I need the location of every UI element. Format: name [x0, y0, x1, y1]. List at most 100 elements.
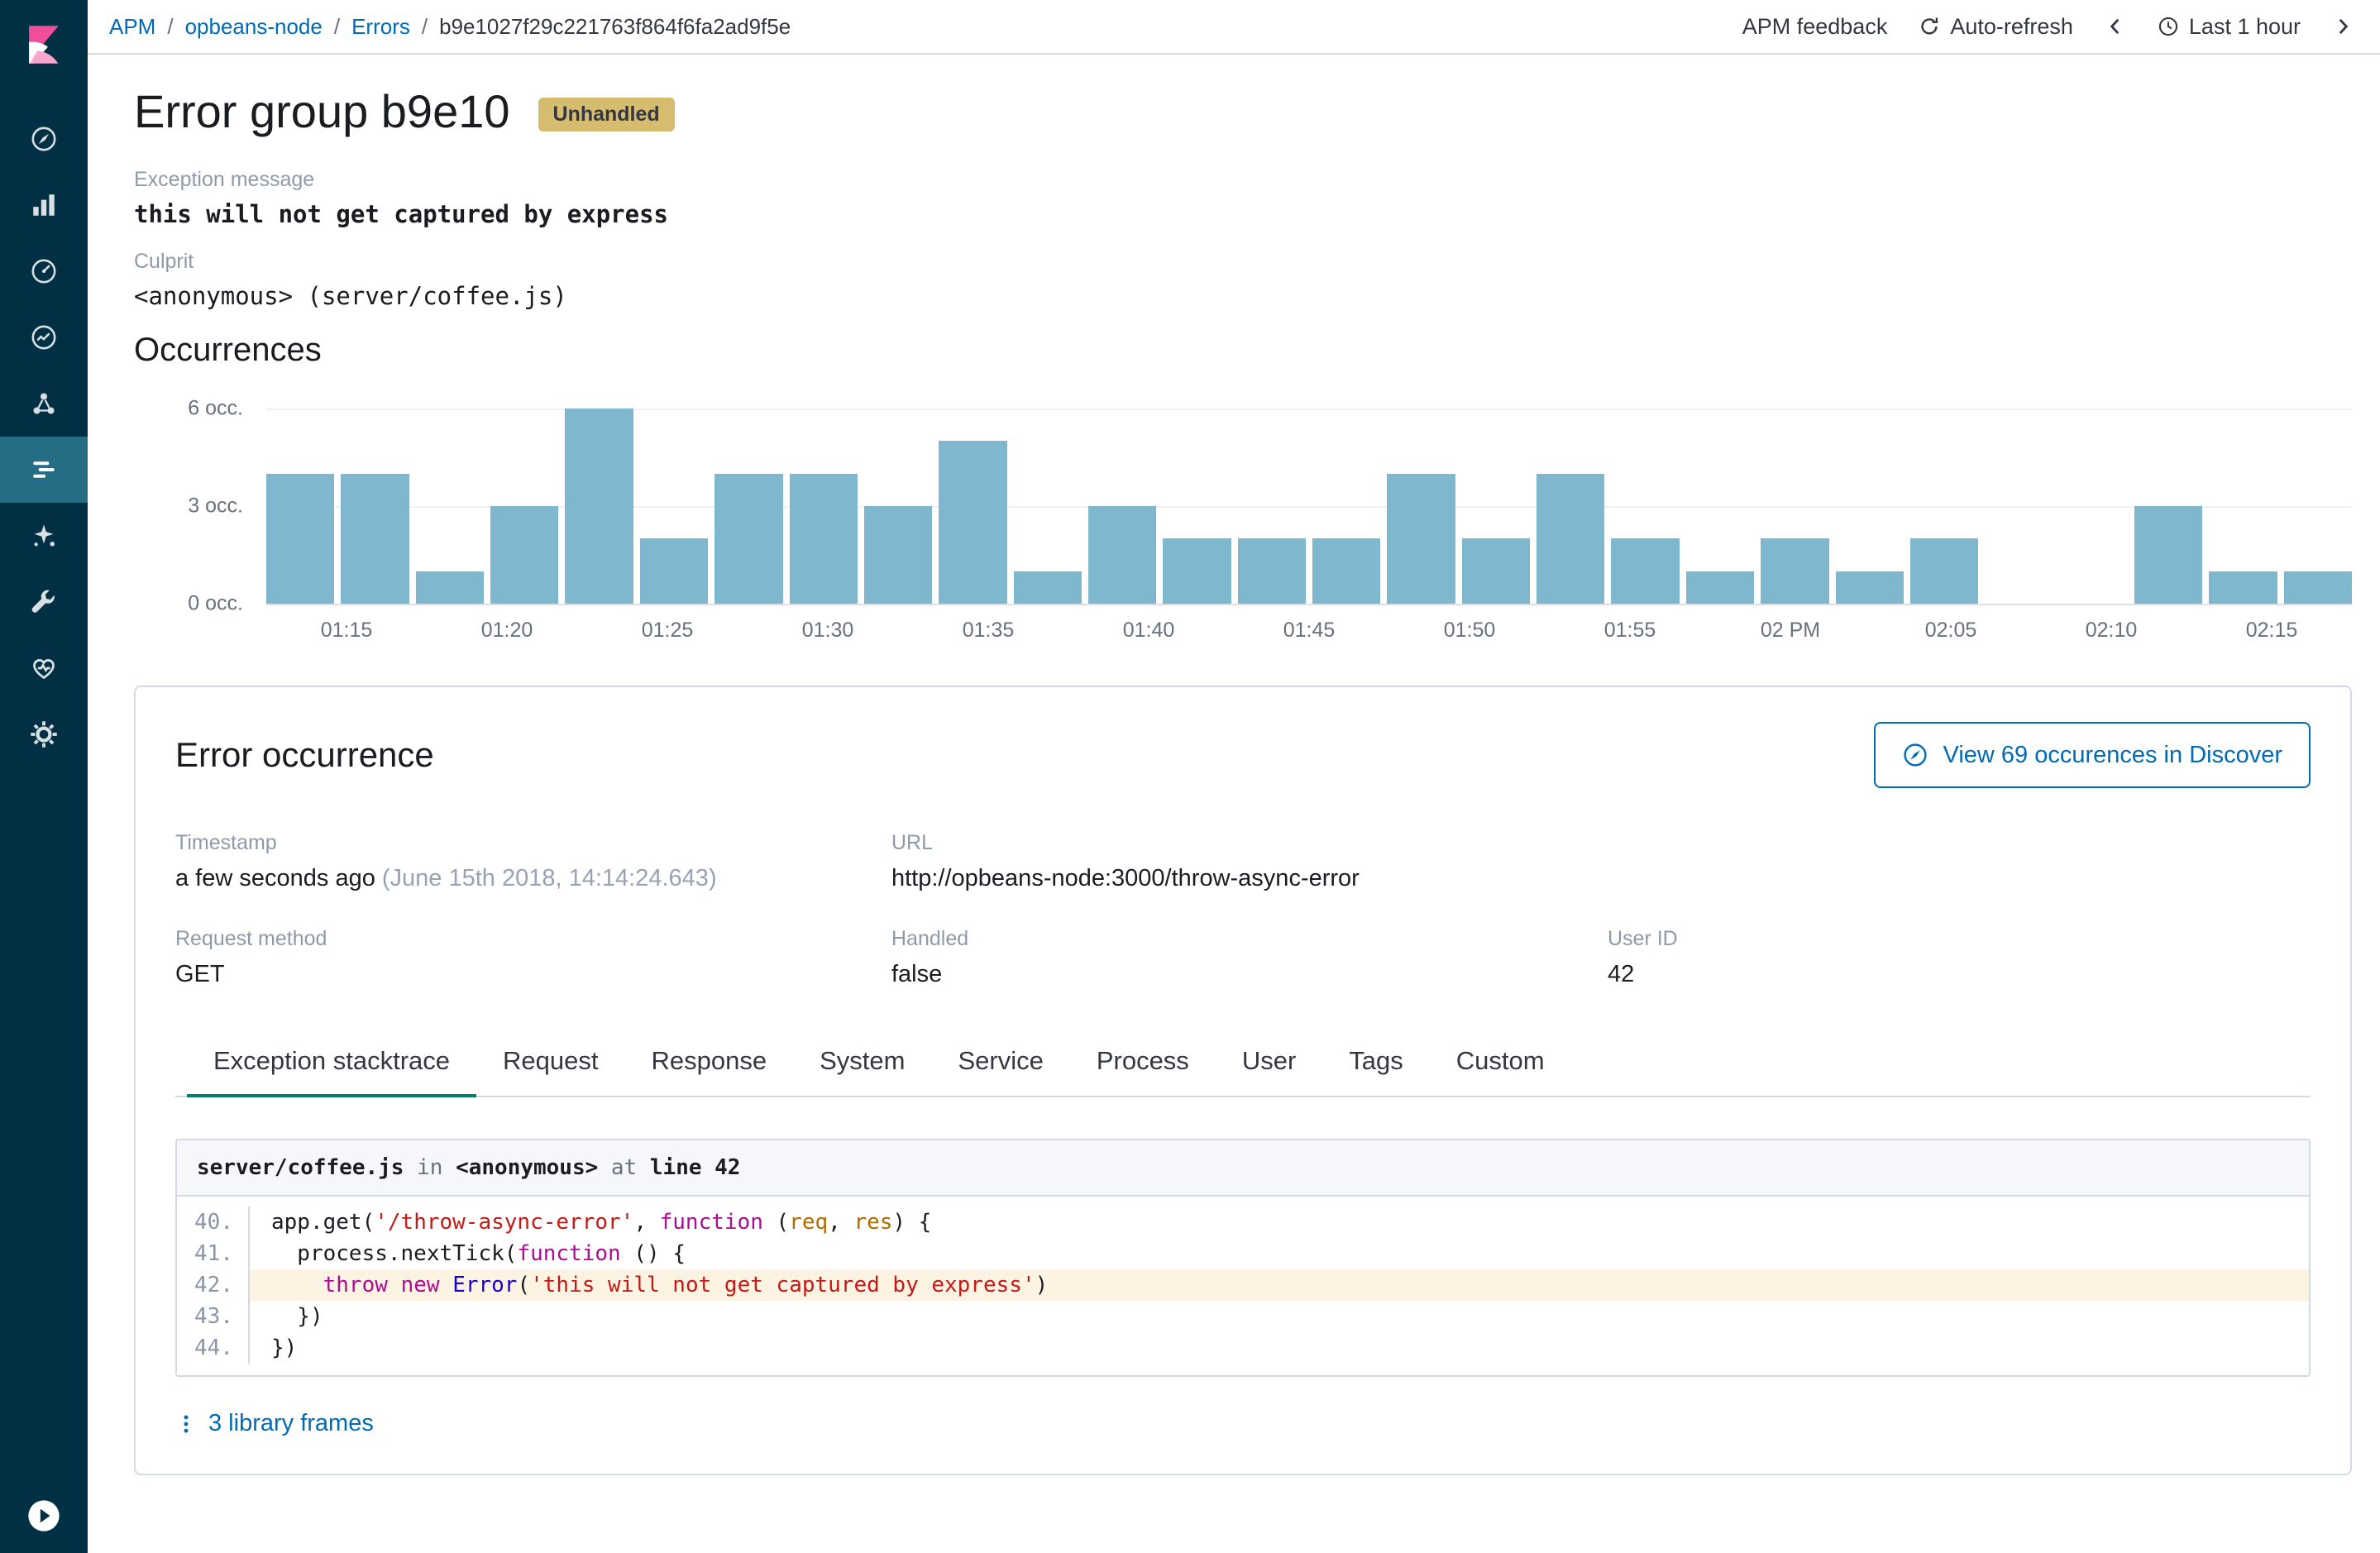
tab-tags[interactable]: Tags — [1322, 1028, 1429, 1096]
code-text: app.get('/throw-async-error', function (… — [250, 1207, 2309, 1238]
stacktrace-code-block: server/coffee.js in <anonymous> at line … — [175, 1139, 2311, 1377]
x-axis-label: 01:20 — [427, 619, 587, 643]
line-number: 40. — [177, 1207, 250, 1238]
library-frames-label: 3 library frames — [208, 1410, 374, 1437]
sidebar-nav — [0, 106, 88, 767]
property-value: a few seconds ago (June 15th 2018, 14:14… — [175, 865, 891, 892]
chart-bars — [266, 409, 2352, 604]
tab-user[interactable]: User — [1216, 1028, 1322, 1096]
discover-icon — [30, 125, 58, 153]
tab-custom[interactable]: Custom — [1430, 1028, 1571, 1096]
sidebar-item-apm[interactable] — [0, 437, 88, 503]
sidebar-item-dev-tools[interactable] — [0, 569, 88, 635]
chart-bar — [1910, 538, 1978, 604]
chart-bar — [490, 506, 558, 604]
x-axis-label: 01:25 — [587, 619, 748, 643]
property-value: false — [891, 961, 1608, 988]
visualize-icon — [30, 191, 58, 219]
code-text: process.nextTick(function () { — [250, 1238, 2309, 1269]
tab-response[interactable]: Response — [625, 1028, 794, 1096]
kibana-logo[interactable] — [0, 0, 88, 89]
breadcrumb-link[interactable]: APM — [109, 14, 155, 40]
wrench-icon — [30, 588, 58, 616]
chart-bar — [790, 474, 858, 604]
sidebar-item-management[interactable] — [0, 701, 88, 767]
code-line: 44.}) — [177, 1332, 2309, 1364]
code-header-segment: line 42 — [650, 1155, 741, 1180]
chart-bar — [714, 474, 782, 604]
property-value-muted: (June 15th 2018, 14:14:24.643) — [375, 865, 717, 891]
sidebar-item-monitoring[interactable] — [0, 635, 88, 701]
chart-bar — [1836, 571, 1904, 604]
gear-icon — [30, 720, 58, 748]
apm-icon — [30, 456, 58, 484]
code-header-segment: server/coffee.js — [197, 1155, 404, 1180]
tab-process[interactable]: Process — [1070, 1028, 1216, 1096]
sidebar-item-visualize[interactable] — [0, 172, 88, 238]
y-axis-label: 6 occ. — [188, 397, 243, 421]
sidebar-item-timelion[interactable] — [0, 304, 88, 370]
tab-service[interactable]: Service — [931, 1028, 1069, 1096]
x-axis-label: 01:30 — [748, 619, 908, 643]
property-value: http://opbeans-node:3000/throw-async-err… — [891, 865, 2311, 892]
refresh-icon — [1919, 16, 1940, 37]
time-range-button[interactable]: Last 1 hour — [2158, 14, 2301, 40]
sidebar-item-machine-learning[interactable] — [0, 503, 88, 569]
tab-system[interactable]: System — [793, 1028, 931, 1096]
exception-message-label: Exception message — [134, 168, 2352, 192]
chart-bar — [640, 538, 708, 604]
auto-refresh-button[interactable]: Auto-refresh — [1919, 14, 2073, 40]
view-occurrences-in-discover-button[interactable]: View 69 occurences in Discover — [1874, 722, 2311, 788]
clock-icon — [2158, 16, 2179, 37]
time-forward-button[interactable] — [2332, 16, 2354, 37]
chart-plot — [266, 409, 2352, 604]
breadcrumb-link[interactable]: Errors — [351, 14, 410, 40]
tab-exception-stacktrace[interactable]: Exception stacktrace — [187, 1028, 476, 1096]
x-axis-label: 01:45 — [1229, 619, 1389, 643]
chart-bar — [1462, 538, 1530, 604]
line-number: 41. — [177, 1238, 250, 1269]
sidebar-item-graph[interactable] — [0, 370, 88, 437]
time-range-button-label: Last 1 hour — [2189, 14, 2301, 40]
timelion-icon — [30, 323, 58, 351]
chart-y-labels: 6 occ.3 occ.0 occ. — [134, 409, 243, 604]
chart-bar — [1536, 474, 1604, 604]
library-frames-toggle[interactable]: 3 library frames — [175, 1410, 2311, 1437]
apm-feedback-link[interactable]: APM feedback — [1742, 14, 1888, 40]
sidebar-item-discover[interactable] — [0, 106, 88, 172]
discover-icon — [1902, 742, 1928, 768]
breadcrumb-separator: / — [167, 14, 173, 40]
x-axis-label: 02:05 — [1871, 619, 2031, 643]
chart-bar — [1686, 571, 1754, 604]
panel-header: Error occurrence View 69 occurences in D… — [175, 722, 2311, 788]
breadcrumb-current: b9e1027f29c221763f864f6fa2ad9f5e — [439, 14, 791, 40]
property-value: GET — [175, 961, 891, 988]
unhandled-badge: Unhandled — [538, 98, 675, 131]
chart-bar — [565, 409, 633, 604]
sidebar-item-dashboard[interactable] — [0, 238, 88, 304]
code-line: 41. process.nextTick(function () { — [177, 1238, 2309, 1269]
code-line: 40.app.get('/throw-async-error', functio… — [177, 1207, 2309, 1238]
exception-message-field: Exception message this will not get capt… — [134, 168, 2352, 228]
auto-refresh-button-label: Auto-refresh — [1950, 14, 2073, 40]
time-back-button[interactable] — [2105, 16, 2126, 37]
x-axis-label: 01:55 — [1550, 619, 1710, 643]
kibana-app: APM/opbeans-node/Errors/b9e1027f29c22176… — [0, 0, 2380, 1553]
x-axis-label: 01:15 — [266, 619, 427, 643]
chart-bar — [1238, 538, 1306, 604]
page-title: Error group b9e10 — [134, 84, 510, 138]
property-label: User ID — [1608, 927, 2311, 951]
culprit-value: <anonymous> (server/coffee.js) — [134, 282, 2352, 310]
apm-feedback-link-label: APM feedback — [1742, 14, 1888, 40]
code-body: 40.app.get('/throw-async-error', functio… — [177, 1197, 2309, 1375]
x-axis-label: 01:40 — [1068, 619, 1229, 643]
tab-request[interactable]: Request — [476, 1028, 624, 1096]
culprit-field: Culprit <anonymous> (server/coffee.js) — [134, 250, 2352, 310]
code-line: 43. }) — [177, 1301, 2309, 1332]
breadcrumb-link[interactable]: opbeans-node — [185, 14, 323, 40]
chart-bar — [341, 474, 409, 604]
collapse-nav-button[interactable] — [0, 1498, 88, 1533]
sidebar — [0, 0, 88, 1553]
chart-bar — [2284, 571, 2352, 604]
code-header: server/coffee.js in <anonymous> at line … — [177, 1140, 2309, 1197]
